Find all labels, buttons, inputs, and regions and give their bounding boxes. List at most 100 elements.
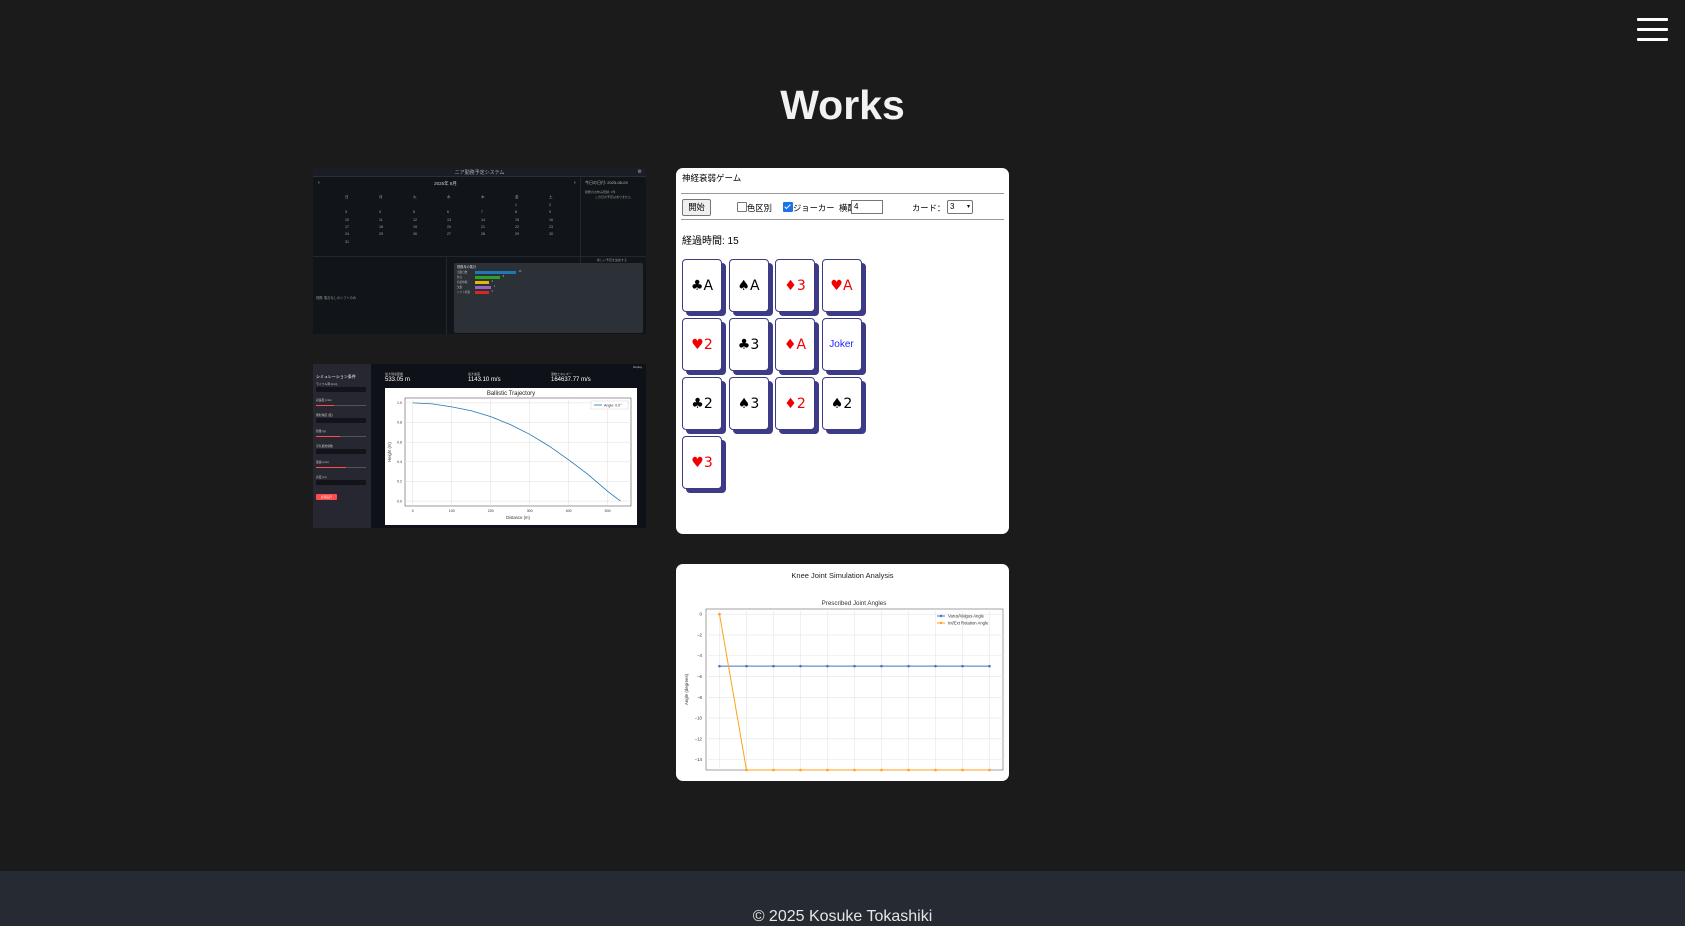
calendar-day: 13	[447, 217, 451, 222]
playing-card: ♠A	[728, 259, 773, 316]
calendar-day: 31	[345, 239, 349, 244]
calendar-day: 15	[515, 217, 519, 222]
calendar-month: 2025年 8月	[434, 181, 457, 186]
summary-label: シフト外勤	[457, 291, 470, 294]
series-point	[718, 612, 721, 616]
x-tick-label: 300	[527, 509, 533, 513]
playing-card: ♥A	[821, 259, 866, 316]
series-point	[772, 664, 775, 668]
calendar-day: 17	[345, 224, 349, 229]
summary-label: 休日	[457, 276, 463, 279]
joint-angle-chart: Prescribed Joint Angles 0 −2 −4 −6 −8 −10 −12 −1…	[684, 600, 1004, 772]
card-face: ♦3	[775, 259, 815, 312]
legend-label: Angle: 0.0°	[604, 403, 622, 407]
work-thumbnail-ballistic[interactable]: シミュレーション条件 計算実行 ライフル弾 (mm) 初速度 (m/s) 発射角度 …	[313, 364, 646, 528]
y-tick-label: −2	[697, 632, 703, 637]
series-point	[988, 664, 991, 668]
playing-card: ♣A	[682, 259, 726, 316]
summary-bar	[475, 280, 489, 284]
run-button: 計算実行	[316, 494, 337, 500]
series-point	[799, 664, 802, 668]
weekday-header: 日	[345, 195, 349, 199]
summary-bar	[475, 285, 491, 289]
calendar-day: 20	[447, 224, 451, 229]
calendar-day: 28	[481, 232, 485, 237]
x-axis-label: Distance (m)	[506, 515, 530, 520]
hamburger-menu-icon[interactable]	[1637, 18, 1668, 41]
calendar-day: 27	[447, 232, 451, 237]
calendar-day: 30	[549, 232, 553, 237]
card-face: ♣3	[728, 318, 769, 371]
series-point	[853, 768, 856, 772]
metric-label: 最大速度	[468, 372, 481, 376]
work-thumbnail-calendar[interactable]: ニア勤務予定システム ⚙ ‹ 2025年 8月 › 日月火水木金土1234567…	[313, 168, 646, 334]
calendar-settings-icon: ⚙	[637, 169, 642, 175]
calendar-day: 4	[379, 210, 381, 215]
card-face: ♠2	[821, 377, 862, 430]
summary-value: 8	[502, 275, 505, 278]
legend-marker	[939, 621, 943, 625]
calendar-day: 6	[447, 210, 449, 215]
weekday-header: 火	[413, 195, 417, 199]
legend-label: Varus/Valgus Angle	[948, 614, 985, 619]
card-face: ♦2	[775, 377, 815, 430]
sidebar-field-label: 風速 (m/s)	[316, 459, 329, 464]
sidebar-field-label: 空気抵抗係数	[316, 444, 333, 448]
metric-value: 533.05 m	[385, 377, 411, 383]
playing-card: ♦2	[775, 377, 819, 434]
chevron-down-icon: ▾	[966, 204, 970, 210]
calendar-day: 18	[379, 224, 383, 229]
calendar-day: 22	[515, 224, 519, 229]
chart-title: Ballistic Trajectory	[487, 391, 535, 397]
card-face: ♣2	[682, 377, 722, 430]
playing-card: ♠2	[821, 377, 866, 434]
playing-card: ♠3	[728, 377, 773, 434]
summary-label: 欠勤	[457, 286, 463, 289]
metric-value: 164637.77 m/s	[551, 377, 591, 383]
side-title: 今日の日付: 2025-08-09	[585, 180, 628, 185]
card-face: ♦A	[775, 318, 815, 371]
weekday-header: 水	[447, 195, 451, 199]
trajectory-chart: Ballistic Trajectory 0 100 200 300 400 500 0.0 0…	[385, 388, 637, 525]
sidebar-field-input	[316, 418, 366, 423]
summary-value: 1	[493, 285, 496, 288]
series-point	[880, 664, 883, 668]
playing-card: ♦A	[775, 318, 819, 375]
metric-label: 最大到達距離	[385, 372, 404, 376]
weekday-header: 木	[481, 195, 485, 199]
page-title: Works	[780, 82, 905, 128]
metric-value: 1143.10 m/s	[468, 377, 501, 383]
deploy-label: Deploy	[633, 365, 642, 369]
elapsed-time: 経過時間: 15	[682, 236, 739, 247]
weekday-header: 月	[379, 195, 383, 199]
game-controls: 開始 色区別 ジョーカー 横配置数: 4 カード： 3▾	[682, 199, 1002, 216]
calendar-day: 5	[413, 210, 415, 215]
y-tick-label: −4	[697, 653, 703, 658]
summary-panel: 勤務月の集計 出勤日数 14 休日 8 有給休暇 3 欠勤 1 シフト外勤 2	[454, 263, 643, 333]
playing-card: ♣2	[682, 377, 726, 434]
game-title: 神経衰弱ゲーム	[682, 173, 742, 183]
y-tick-label: −12	[695, 736, 703, 741]
cards-label: カード：	[912, 203, 946, 213]
x-tick-label: 0	[412, 509, 414, 513]
calendar-day: 16	[549, 217, 553, 222]
playing-card: ♣3	[728, 318, 773, 375]
trajectory-line	[412, 402, 621, 502]
cards-select: 3 ▾	[947, 200, 973, 214]
series-point	[826, 768, 829, 772]
calendar-day: 1	[515, 203, 517, 207]
y-tick-label: 0.8	[397, 421, 402, 425]
series-point	[988, 768, 991, 772]
card-face: ♥3	[682, 436, 722, 489]
work-thumbnail-memory-game[interactable]: 神経衰弱ゲーム 開始 色区別 ジョーカー 横配置数: 4 カード： 3▾ 経過時…	[676, 168, 1009, 534]
footer: © 2025 Kosuke Tokashiki	[0, 871, 1685, 926]
calendar-day: 25	[379, 232, 383, 237]
x-tick-label: 100	[449, 509, 455, 513]
calendar-day: 8	[515, 210, 517, 215]
x-tick-label: 400	[566, 509, 572, 513]
y-axis-label: Height (m)	[387, 442, 392, 462]
bottom-note: 勤務: 集計なしのシフトのみ	[316, 296, 357, 300]
calendar-day: 2	[549, 203, 551, 207]
sidebar-field-input	[316, 387, 366, 392]
work-thumbnail-knee[interactable]: Knee Joint Simulation Analysis Prescribe…	[676, 564, 1009, 781]
